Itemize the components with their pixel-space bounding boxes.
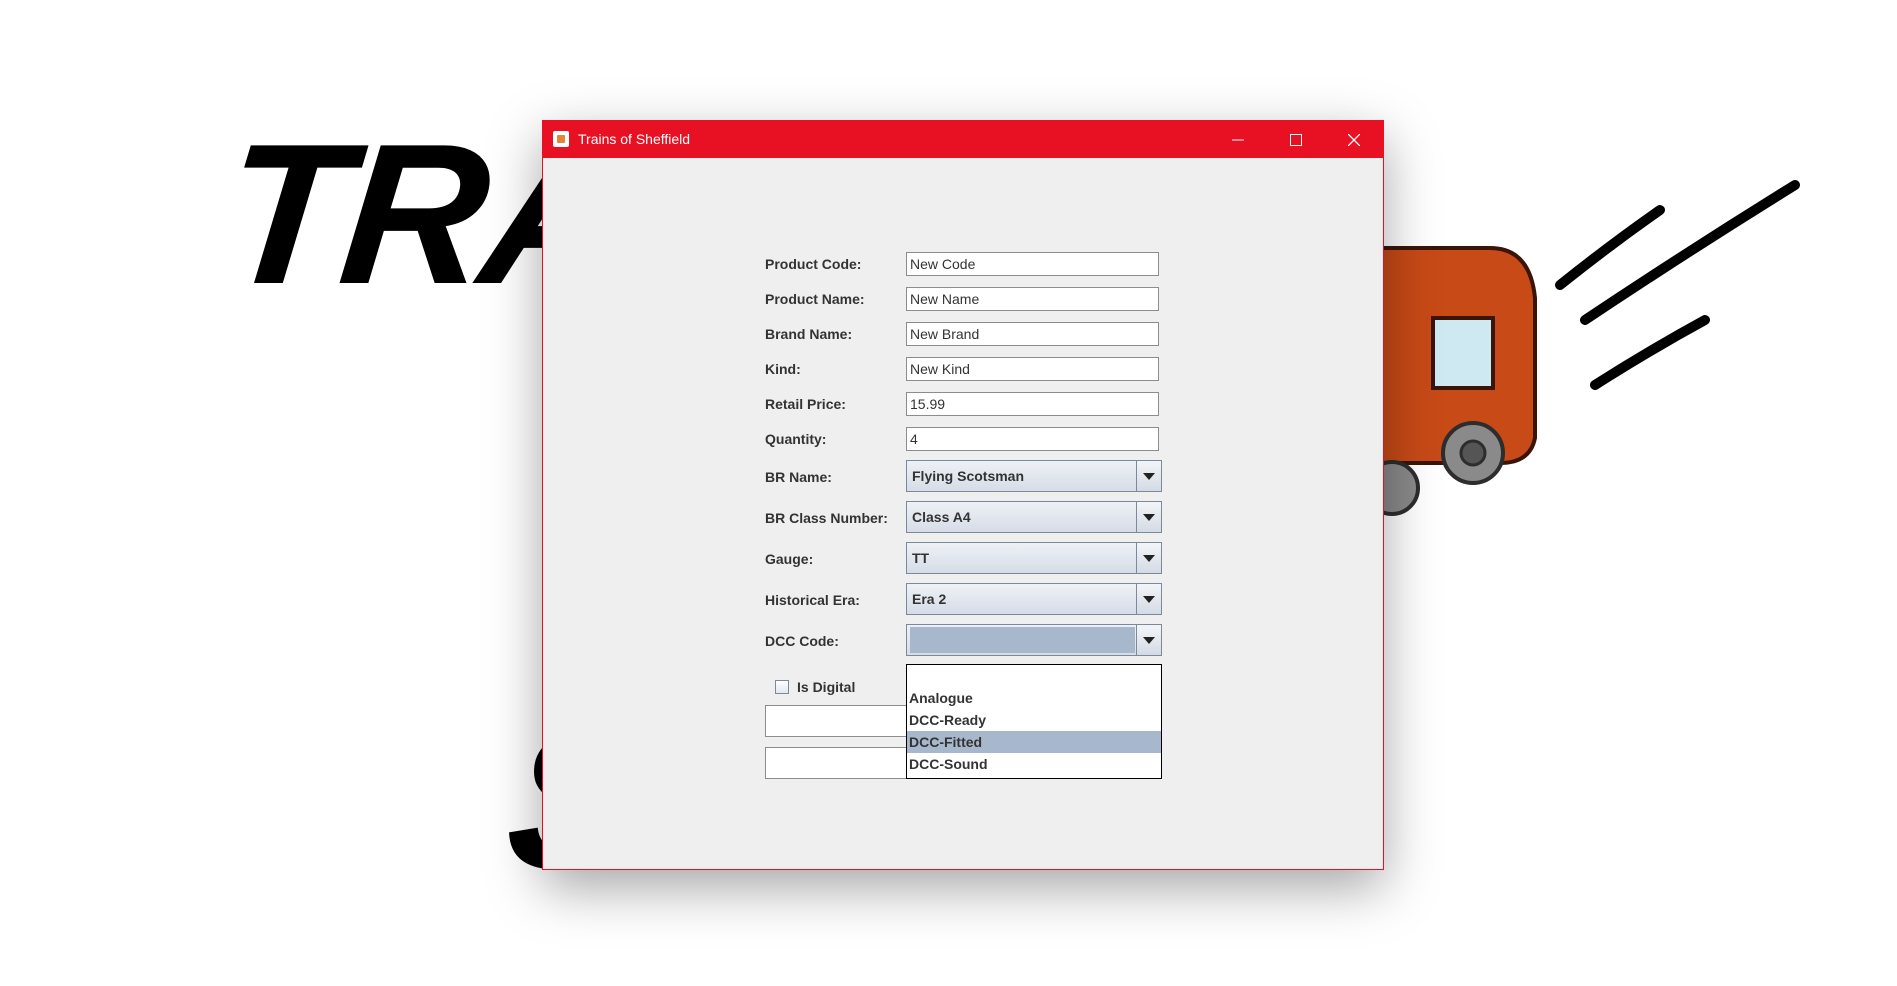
product-code-label: Product Code: <box>765 256 862 272</box>
app-window: Trains of Sheffield Product Code: New Co… <box>542 120 1384 870</box>
gauge-value: TT <box>912 550 930 566</box>
product-code-input[interactable]: New Code <box>906 252 1159 276</box>
br-name-dropdown-button[interactable] <box>1136 461 1161 491</box>
gauge-dropdown-button[interactable] <box>1136 543 1161 573</box>
is-digital-label: Is Digital <box>797 679 856 695</box>
speed-lines-decoration <box>1555 180 1800 390</box>
historical-era-select[interactable]: Era 2 <box>906 583 1162 615</box>
minimize-icon <box>1232 139 1244 140</box>
br-name-value: Flying Scotsman <box>912 468 1025 484</box>
title-bar[interactable]: Trains of Sheffield <box>543 121 1383 158</box>
dcc-code-dropdown-button[interactable] <box>1136 625 1161 655</box>
historical-era-label: Historical Era: <box>765 592 860 608</box>
brand-name-input[interactable]: New Brand <box>906 322 1159 346</box>
close-icon <box>1348 133 1360 146</box>
kind-input[interactable]: New Kind <box>906 357 1159 381</box>
train-illustration <box>1370 246 1537 516</box>
dropdown-option[interactable] <box>907 665 1161 687</box>
dcc-code-dropdown-list: Analogue DCC-Ready DCC-Fitted DCC-Sound <box>906 664 1162 779</box>
caret-down-icon <box>1143 595 1155 603</box>
window-title: Trains of Sheffield <box>578 131 691 147</box>
br-class-number-select[interactable]: Class A4 <box>906 501 1162 533</box>
gauge-label: Gauge: <box>765 551 814 567</box>
caret-down-icon <box>1143 636 1155 644</box>
product-name-label: Product Name: <box>765 291 865 307</box>
brand-name-label: Brand Name: <box>765 326 853 342</box>
dcc-code-select[interactable] <box>906 624 1162 656</box>
checkbox-box[interactable] <box>775 680 789 694</box>
retail-price-label: Retail Price: <box>765 396 846 412</box>
dcc-code-value <box>910 627 1135 653</box>
br-class-number-label: BR Class Number: <box>765 510 888 526</box>
retail-price-input[interactable]: 15.99 <box>906 392 1159 416</box>
caret-down-icon <box>1143 472 1155 480</box>
historical-era-value: Era 2 <box>912 591 947 607</box>
br-class-number-value: Class A4 <box>912 509 971 525</box>
maximize-icon <box>1290 133 1302 146</box>
maximize-button[interactable] <box>1267 121 1325 158</box>
is-digital-checkbox[interactable]: Is Digital <box>775 679 855 695</box>
dropdown-option-analogue[interactable]: Analogue <box>907 687 1161 709</box>
kind-label: Kind: <box>765 361 801 377</box>
dropdown-option-dcc-fitted[interactable]: DCC-Fitted <box>907 731 1161 753</box>
dcc-code-label: DCC Code: <box>765 633 839 649</box>
br-name-select[interactable]: Flying Scotsman <box>906 460 1162 492</box>
quantity-label: Quantity: <box>765 431 827 447</box>
br-name-label: BR Name: <box>765 469 832 485</box>
minimize-button[interactable] <box>1209 121 1267 158</box>
caret-down-icon <box>1143 554 1155 562</box>
historical-era-dropdown-button[interactable] <box>1136 584 1161 614</box>
br-class-number-dropdown-button[interactable] <box>1136 502 1161 532</box>
product-name-input[interactable]: New Name <box>906 287 1159 311</box>
quantity-input[interactable]: 4 <box>906 427 1159 451</box>
java-app-icon <box>553 131 569 147</box>
close-button[interactable] <box>1325 121 1383 158</box>
gauge-select[interactable]: TT <box>906 542 1162 574</box>
dropdown-option-dcc-ready[interactable]: DCC-Ready <box>907 709 1161 731</box>
caret-down-icon <box>1143 513 1155 521</box>
dropdown-option-dcc-sound[interactable]: DCC-Sound <box>907 753 1161 775</box>
